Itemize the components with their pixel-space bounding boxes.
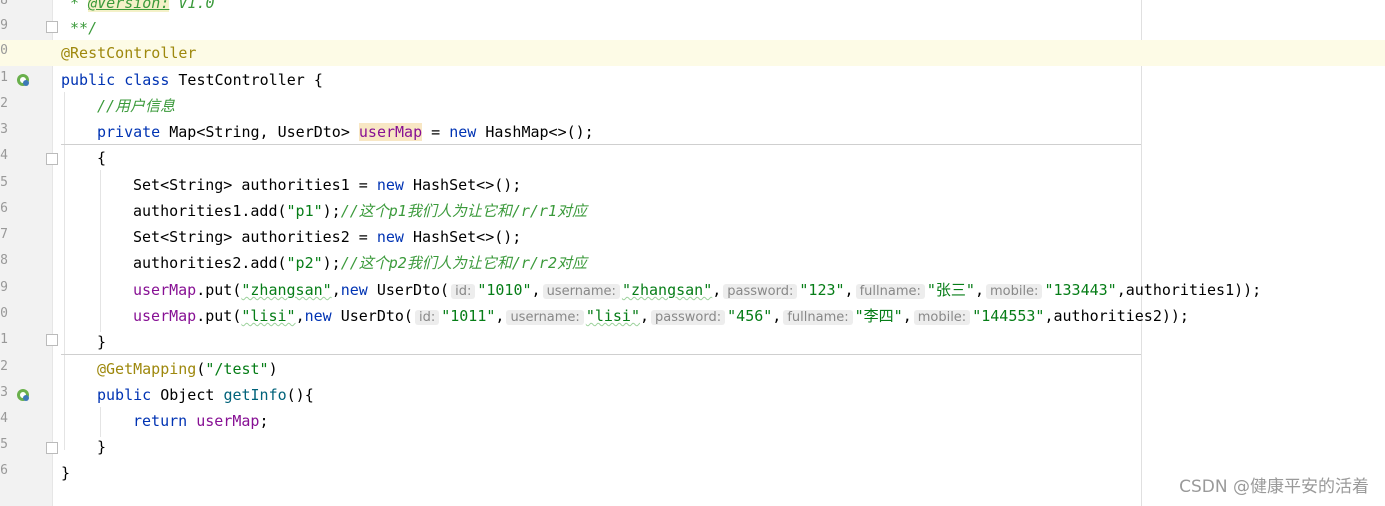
fold-marker[interactable] bbox=[46, 442, 58, 454]
code-text[interactable]: authorities2.add("p2");//这个p2我们人为让它和/r/r… bbox=[133, 252, 587, 274]
code-text[interactable]: @GetMapping("/test") bbox=[97, 358, 278, 380]
code-line: 2 @GetMapping("/test") bbox=[0, 356, 1385, 382]
spring-endpoint-icon[interactable] bbox=[16, 388, 30, 402]
fold-marker[interactable] bbox=[46, 21, 58, 33]
spring-bean-icon[interactable] bbox=[16, 73, 30, 87]
code-text[interactable]: private Map<String, UserDto> userMap = n… bbox=[97, 121, 594, 143]
code-text[interactable]: //用户信息 bbox=[97, 95, 175, 117]
code-line: 3 public Object getInfo(){ bbox=[0, 382, 1385, 408]
param-hint-fullname: fullname: bbox=[783, 310, 853, 325]
code-line: 7 Set<String> authorities2 = new HashSet… bbox=[0, 224, 1385, 250]
line-number: 7 bbox=[0, 227, 8, 242]
watermark: CSDN @健康平安的活着 bbox=[1179, 477, 1369, 497]
line-number: 0 bbox=[0, 306, 8, 321]
fold-marker[interactable] bbox=[46, 153, 58, 165]
line-number: 4 bbox=[0, 148, 8, 163]
code-text[interactable]: Set<String> authorities1 = new HashSet<>… bbox=[133, 174, 521, 196]
code-line: 4 return userMap; bbox=[0, 408, 1385, 434]
code-line: 8 authorities2.add("p2");//这个p2我们人为让它和/r… bbox=[0, 250, 1385, 276]
code-text[interactable]: public class TestController { bbox=[61, 69, 323, 91]
param-hint-mobile: mobile: bbox=[985, 284, 1043, 299]
code-line: 4 { bbox=[0, 145, 1385, 171]
line-number: 2 bbox=[0, 359, 8, 374]
code-line: 9 **/ bbox=[0, 15, 1385, 41]
code-text[interactable]: * @Version: V1.0 bbox=[61, 0, 215, 14]
code-line: 5 } bbox=[0, 434, 1385, 460]
code-text[interactable]: **/ bbox=[61, 17, 97, 39]
code-line-current: 0 @RestController bbox=[0, 40, 1385, 66]
line-number: 3 bbox=[0, 385, 8, 400]
param-hint-password: password: bbox=[723, 284, 798, 299]
param-hint-username: username: bbox=[506, 310, 584, 325]
code-text[interactable]: } bbox=[97, 331, 106, 353]
fold-marker[interactable] bbox=[46, 334, 58, 346]
code-text[interactable]: @RestController bbox=[61, 42, 196, 64]
code-text[interactable]: } bbox=[97, 436, 106, 458]
line-number: 8 bbox=[0, 253, 8, 268]
line-number: 4 bbox=[0, 411, 8, 426]
param-hint-id: id: bbox=[414, 310, 440, 325]
code-text[interactable]: return userMap; bbox=[133, 410, 268, 432]
line-number: 5 bbox=[0, 175, 8, 190]
param-hint-mobile: mobile: bbox=[913, 310, 971, 325]
param-hint-password: password: bbox=[651, 310, 726, 325]
code-line: 5 Set<String> authorities1 = new HashSet… bbox=[0, 172, 1385, 198]
code-line: 1 } bbox=[0, 329, 1385, 355]
doc-tag: @Version: bbox=[88, 0, 170, 12]
line-number: 6 bbox=[0, 463, 8, 478]
code-text[interactable]: Set<String> authorities2 = new HashSet<>… bbox=[133, 226, 521, 248]
code-text[interactable]: userMap.put("zhangsan",new UserDto(id: "1… bbox=[133, 279, 1261, 303]
line-number: 3 bbox=[0, 122, 8, 137]
code-text[interactable]: userMap.put("lisi",new UserDto(id: "1011"… bbox=[133, 305, 1189, 329]
line-number: 0 bbox=[0, 43, 8, 58]
code-line: 6 } bbox=[0, 460, 1385, 486]
code-line: 2 //用户信息 bbox=[0, 93, 1385, 119]
code-text[interactable]: public Object getInfo(){ bbox=[97, 384, 314, 406]
line-number: 5 bbox=[0, 437, 8, 452]
code-text[interactable]: authorities1.add("p1");//这个p1我们人为让它和/r/r… bbox=[133, 200, 587, 222]
line-number: 9 bbox=[0, 18, 8, 33]
param-hint-fullname: fullname: bbox=[855, 284, 925, 299]
code-line: 9 userMap.put("zhangsan",new UserDto(id:… bbox=[0, 277, 1385, 303]
code-line: 3 private Map<String, UserDto> userMap =… bbox=[0, 119, 1385, 145]
method-separator bbox=[61, 354, 1141, 355]
line-number: 1 bbox=[0, 70, 8, 85]
code-line: 8 * @Version: V1.0 bbox=[0, 0, 1385, 16]
line-number: 6 bbox=[0, 201, 8, 216]
code-text[interactable]: } bbox=[61, 462, 70, 484]
line-number: 2 bbox=[0, 96, 8, 111]
line-number: 9 bbox=[0, 280, 8, 295]
line-number: 8 bbox=[0, 0, 8, 8]
line-number: 1 bbox=[0, 332, 8, 347]
code-line: 6 authorities1.add("p1");//这个p1我们人为让它和/r… bbox=[0, 198, 1385, 224]
code-text[interactable]: { bbox=[97, 147, 106, 169]
code-line: 0 userMap.put("lisi",new UserDto(id: "101… bbox=[0, 303, 1385, 329]
param-hint-id: id: bbox=[451, 284, 476, 299]
code-line: 1 public class TestController { bbox=[0, 67, 1385, 93]
param-hint-username: username: bbox=[542, 284, 620, 299]
field-highlight: userMap bbox=[358, 123, 423, 141]
